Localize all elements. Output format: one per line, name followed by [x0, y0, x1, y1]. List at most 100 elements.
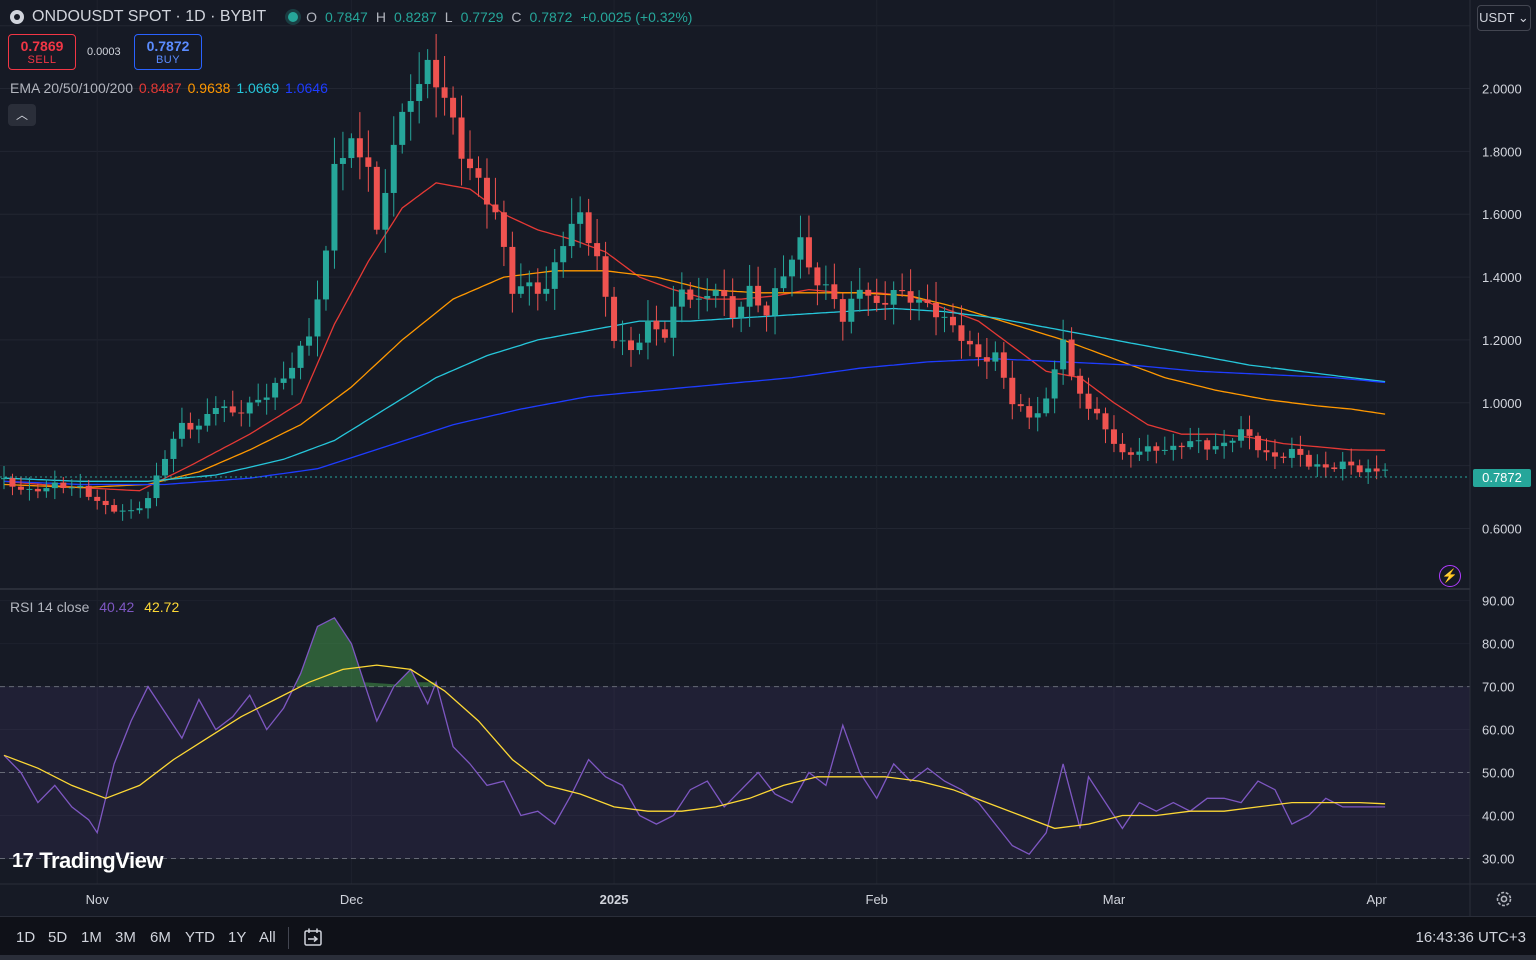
- timeframe-all[interactable]: All: [259, 929, 276, 946]
- candle-body: [1382, 469, 1389, 471]
- collapse-chevron-icon: ︿: [15, 108, 28, 122]
- candle-body: [1280, 456, 1287, 458]
- tradingview-wordmark: TradingView: [39, 848, 163, 873]
- collapse-legend-button[interactable]: ︿: [8, 104, 36, 126]
- timeframe-1d[interactable]: 1D: [16, 929, 35, 946]
- buy-button[interactable]: 0.7872 BUY: [134, 34, 202, 70]
- tradingview-mark-icon: 17: [12, 849, 34, 872]
- candle-body: [695, 298, 702, 300]
- candle-body: [551, 262, 558, 289]
- candle-body: [788, 259, 795, 277]
- ema100-value: 1.0669: [236, 80, 280, 96]
- bottom-toolbar: 1D 5D 1M 3M 6M YTD 1Y All 16:43:36 UTC+3: [0, 916, 1536, 960]
- candle-body: [221, 406, 228, 409]
- candle-body: [306, 336, 313, 346]
- candle-body: [941, 316, 948, 318]
- sell-price: 0.7869: [20, 38, 64, 54]
- candle-body: [873, 295, 880, 303]
- candle-body: [433, 59, 440, 88]
- candle-body: [475, 168, 482, 178]
- timeframe-3m[interactable]: 3M: [115, 929, 136, 946]
- candle-body: [1221, 442, 1228, 447]
- candle-body: [26, 488, 33, 490]
- candle-body: [1068, 339, 1075, 376]
- price-tick-label: 1.6000: [1482, 207, 1522, 222]
- candle-body: [1, 478, 7, 480]
- price-tick-label: 1.8000: [1482, 144, 1522, 159]
- candle-body: [763, 305, 770, 316]
- candle-body: [585, 212, 592, 244]
- timeframe-6m[interactable]: 6M: [150, 929, 171, 946]
- rsi-legend-label: RSI 14 close: [10, 599, 90, 615]
- candle-body: [1348, 461, 1355, 466]
- bolt-icon[interactable]: ⚡: [1439, 565, 1461, 587]
- currency-dropdown[interactable]: USDT ⌄: [1477, 5, 1531, 31]
- candle-body: [1153, 446, 1160, 451]
- ema-legend-label: EMA 20/50/100/200: [10, 80, 133, 96]
- candle-body: [43, 488, 50, 492]
- sell-label: SELL: [27, 54, 57, 66]
- candle-body: [280, 378, 287, 383]
- candle-body: [1034, 413, 1041, 418]
- candle-body: [1314, 464, 1321, 467]
- symbol-legend: ONDOUSDT SPOT · 1D · BYBIT O 0.7847 H 0.82…: [10, 8, 694, 26]
- timeframe-1y[interactable]: 1Y: [228, 929, 246, 946]
- rsi-band: [0, 686, 1470, 860]
- symbol-title[interactable]: ONDOUSDT SPOT · 1D · BYBIT: [32, 8, 266, 26]
- candle-body: [602, 256, 609, 297]
- sell-button[interactable]: 0.7869 SELL: [8, 34, 76, 70]
- candle-body: [1263, 450, 1270, 453]
- rsi-tick-label: 90.00: [1482, 594, 1515, 609]
- candle-body: [1144, 446, 1151, 452]
- gear-icon[interactable]: [1494, 889, 1514, 909]
- time-tick-label: Nov: [86, 892, 110, 907]
- candle-body: [204, 414, 211, 426]
- candle-body: [594, 243, 601, 257]
- price-tick-label: 2.0000: [1482, 82, 1522, 97]
- candle-body: [890, 290, 897, 305]
- candle-body: [1373, 468, 1380, 472]
- candle-body: [500, 212, 507, 247]
- candle-body: [161, 458, 168, 476]
- clock[interactable]: 16:43:36 UTC+3: [1416, 929, 1527, 946]
- rsi-tick-label: 80.00: [1482, 637, 1515, 652]
- candle-body: [9, 478, 16, 487]
- candle-body: [34, 488, 41, 492]
- candle-body: [1356, 465, 1363, 473]
- candle-body: [212, 408, 219, 415]
- candle-body: [1204, 440, 1211, 450]
- rsi-legend[interactable]: RSI 14 close 40.42 42.72: [10, 599, 181, 615]
- candle-body: [797, 237, 804, 260]
- timeframe-ytd[interactable]: YTD: [185, 929, 215, 946]
- candle-body: [1246, 429, 1253, 436]
- ema-legend[interactable]: EMA 20/50/100/200 0.8487 0.9638 1.0669 1…: [10, 80, 330, 96]
- candle-body: [238, 412, 245, 414]
- candle-body: [1119, 443, 1126, 453]
- candle-body: [805, 237, 812, 268]
- candle-body: [441, 87, 448, 98]
- chart-stage[interactable]: 0.6000 1.0000 1.2000 1.4000 1.6000 1.8000 2.00…: [0, 0, 1536, 960]
- candle-body: [365, 157, 372, 167]
- candle-body: [60, 482, 67, 489]
- candle-body: [509, 246, 516, 294]
- candle-body: [966, 340, 973, 345]
- candle-body: [1255, 435, 1262, 451]
- candle-body: [1077, 375, 1084, 394]
- date-range-icon[interactable]: [302, 926, 324, 948]
- timeframe-5d[interactable]: 5D: [48, 929, 67, 946]
- low-value: 0.7729: [460, 9, 504, 25]
- candle-body: [1094, 408, 1101, 414]
- candle-body: [653, 320, 660, 330]
- timeframe-1m[interactable]: 1M: [81, 929, 102, 946]
- candle-body: [111, 505, 118, 512]
- candle-body: [577, 212, 584, 224]
- candle-body: [975, 344, 982, 358]
- candle-body: [738, 306, 745, 318]
- time-tick-label: Apr: [1367, 892, 1388, 907]
- candle-body: [704, 295, 711, 299]
- spread-value: 0.0003: [87, 46, 121, 58]
- candle-body: [517, 286, 524, 294]
- high-label: H: [375, 9, 386, 25]
- candle-body: [1000, 352, 1007, 378]
- candle-body: [1339, 461, 1346, 470]
